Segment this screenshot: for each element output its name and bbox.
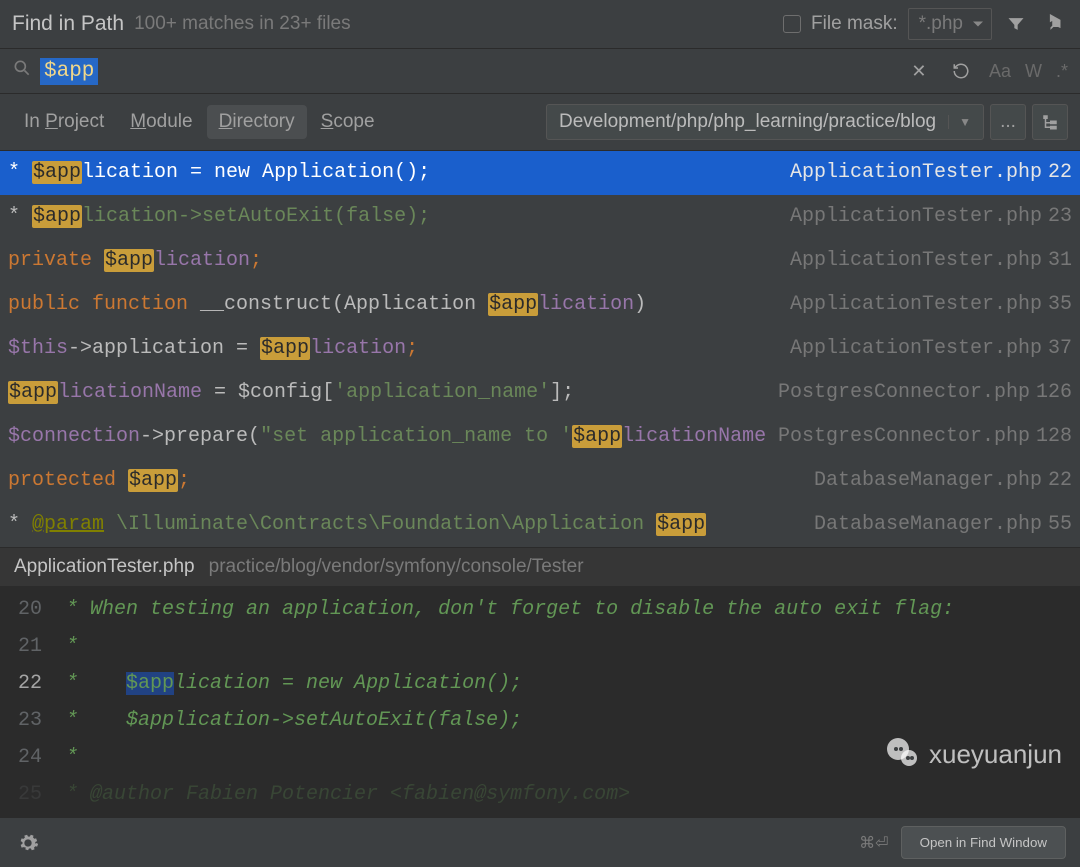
result-line: 35 — [1048, 289, 1072, 321]
result-file: DatabaseManager.php — [814, 465, 1042, 497]
watermark: xueyuanjun — [883, 736, 1062, 772]
preview-line: 21 * — [0, 628, 1080, 665]
result-file: ApplicationTester.php — [790, 333, 1042, 365]
footer: ⌘⏎ Open in Find Window — [0, 817, 1080, 867]
result-code: $this->application = $application; — [8, 333, 778, 365]
chevron-down-icon: ▼ — [948, 115, 971, 129]
result-line: 126 — [1036, 377, 1072, 409]
result-line: 55 — [1048, 509, 1072, 541]
result-file: DatabaseManager.php — [814, 509, 1042, 541]
match-stats: 100+ matches in 23+ files — [134, 13, 351, 35]
preview-filename: ApplicationTester.php — [14, 556, 195, 578]
preview-header: ApplicationTester.php practice/blog/vend… — [0, 547, 1080, 587]
preview-line: 23 * $application->setAutoExit(false); — [0, 702, 1080, 739]
results-list: * $application = new Application(); Appli… — [0, 151, 1080, 547]
result-code: $applicationName = $config['application_… — [8, 377, 766, 409]
search-input[interactable]: $app — [40, 58, 98, 85]
line-number: 21 — [0, 628, 54, 665]
history-icon[interactable] — [947, 57, 975, 85]
search-icon — [12, 58, 32, 84]
pin-icon[interactable] — [1040, 10, 1068, 38]
result-line: 128 — [1036, 421, 1072, 453]
result-line: 23 — [1048, 201, 1072, 233]
result-row[interactable]: protected $app; DatabaseManager.php22 — [0, 459, 1080, 503]
result-code: * @param \Illuminate\Contracts\Foundatio… — [8, 509, 802, 541]
whole-word-toggle[interactable]: W — [1025, 61, 1042, 82]
dialog-header: Find in Path 100+ matches in 23+ files F… — [0, 0, 1080, 49]
file-mask-select[interactable]: *.php — [908, 8, 992, 40]
result-code: * $application = new Application(); — [8, 157, 778, 189]
preview-pane: 20 * When testing an application, don't … — [0, 587, 1080, 817]
line-number: 22 — [0, 665, 54, 702]
result-file: ApplicationTester.php — [790, 157, 1042, 189]
preview-line: 25 * @author Fabien Potencier <fabien@sy… — [0, 776, 1080, 813]
scope-tab-scope[interactable]: Scope — [309, 105, 387, 139]
result-line: 22 — [1048, 465, 1072, 497]
scope-tab-directory[interactable]: Directory — [207, 105, 307, 139]
result-code: * $application->setAutoExit(false); — [8, 201, 778, 233]
result-row[interactable]: private $application; ApplicationTester.p… — [0, 239, 1080, 283]
shortcut-hint: ⌘⏎ — [859, 833, 888, 853]
file-mask-checkbox[interactable] — [783, 15, 801, 33]
result-file: PostgresConnector.php — [778, 377, 1030, 409]
dialog-title: Find in Path — [12, 12, 124, 36]
result-row[interactable]: $connection->prepare("set application_na… — [0, 415, 1080, 459]
preview-text: * — [54, 628, 1080, 665]
preview-text: * $application = new Application(); — [54, 665, 1080, 702]
result-row[interactable]: $applicationName = $config['application_… — [0, 371, 1080, 415]
result-row[interactable]: $this->application = $application; Applic… — [0, 327, 1080, 371]
result-code: $connection->prepare("set application_na… — [8, 421, 766, 453]
line-number: 24 — [0, 739, 54, 776]
result-code: protected $app; — [8, 465, 802, 497]
tree-icon[interactable] — [1032, 104, 1068, 140]
preview-filepath: practice/blog/vendor/symfony/console/Tes… — [209, 556, 584, 578]
result-file: PostgresConnector.php — [778, 421, 1030, 453]
line-number: 23 — [0, 702, 54, 739]
preview-text: * @author Fabien Potencier <fabien@symfo… — [54, 776, 1080, 813]
result-file: ApplicationTester.php — [790, 245, 1042, 277]
scope-tabs: In ProjectModuleDirectoryScope — [12, 105, 387, 139]
preview-text: * $application->setAutoExit(false); — [54, 702, 1080, 739]
result-row[interactable]: public function __construct(Application … — [0, 283, 1080, 327]
preview-text: * When testing an application, don't for… — [54, 591, 1080, 628]
scope-tab-module[interactable]: Module — [118, 105, 204, 139]
result-file: ApplicationTester.php — [790, 201, 1042, 233]
search-row: $app ✕ Aa W .* — [0, 49, 1080, 94]
preview-line: 22 * $application = new Application(); — [0, 665, 1080, 702]
gear-icon[interactable] — [14, 829, 42, 857]
file-mask-label: File mask: — [811, 13, 898, 35]
result-code: public function __construct(Application … — [8, 289, 778, 321]
result-line: 37 — [1048, 333, 1072, 365]
directory-path: Development/php/php_learning/practice/bl… — [559, 111, 936, 133]
scope-row: In ProjectModuleDirectoryScope Developme… — [0, 94, 1080, 151]
line-number: 20 — [0, 591, 54, 628]
preview-line: 20 * When testing an application, don't … — [0, 591, 1080, 628]
regex-toggle[interactable]: .* — [1056, 61, 1068, 82]
scope-tab-in-project[interactable]: In Project — [12, 105, 116, 139]
open-in-find-window-button[interactable]: Open in Find Window — [901, 826, 1066, 859]
result-row[interactable]: * $application->setAutoExit(false); Appli… — [0, 195, 1080, 239]
clear-icon[interactable]: ✕ — [905, 57, 933, 85]
result-line: 22 — [1048, 157, 1072, 189]
watermark-text: xueyuanjun — [929, 739, 1062, 770]
match-case-toggle[interactable]: Aa — [989, 61, 1011, 82]
line-number: 25 — [0, 776, 54, 813]
filter-icon[interactable] — [1002, 10, 1030, 38]
result-code: private $application; — [8, 245, 778, 277]
result-row[interactable]: * $application = new Application(); Appli… — [0, 151, 1080, 195]
result-row[interactable]: * @param \Illuminate\Contracts\Foundatio… — [0, 503, 1080, 547]
directory-path-select[interactable]: Development/php/php_learning/practice/bl… — [546, 104, 984, 140]
chat-bubble-icon — [883, 736, 923, 772]
result-file: ApplicationTester.php — [790, 289, 1042, 321]
result-line: 31 — [1048, 245, 1072, 277]
browse-button[interactable]: ... — [990, 104, 1026, 140]
